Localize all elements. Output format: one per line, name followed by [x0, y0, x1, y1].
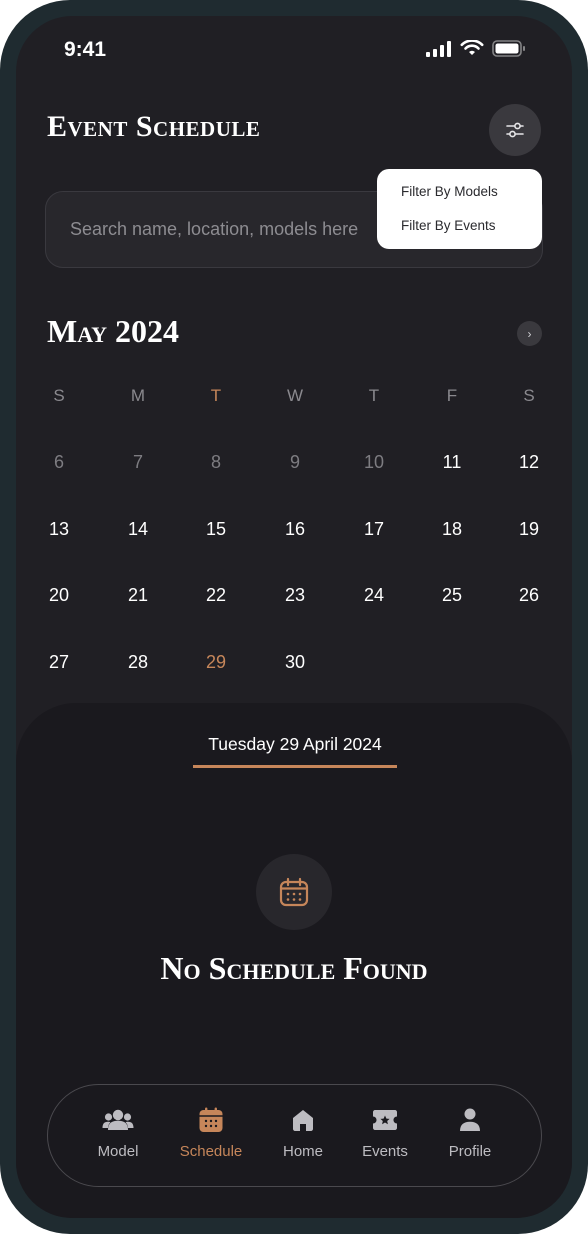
calendar-icon: [199, 1107, 223, 1132]
empty-state-badge: [256, 854, 332, 930]
filter-button[interactable]: [489, 104, 541, 156]
calendar-day[interactable]: 13: [39, 514, 79, 544]
calendar-day[interactable]: 18: [432, 514, 472, 544]
chevron-right-icon: ›: [527, 326, 532, 341]
calendar-day[interactable]: 11: [432, 447, 472, 477]
weekday-label-today: T: [210, 386, 222, 405]
calendar-day[interactable]: 14: [118, 514, 158, 544]
calendar-day[interactable]: 19: [509, 514, 549, 544]
weekday-label: W: [286, 386, 304, 405]
weekday-label: T: [368, 386, 380, 405]
nav-label: Profile: [448, 1143, 492, 1160]
calendar-day[interactable]: 6: [39, 447, 79, 477]
selected-date-label: Tuesday 29 April 2024: [193, 734, 397, 768]
nav-model[interactable]: Model: [73, 1105, 163, 1160]
nav-home[interactable]: Home: [258, 1105, 348, 1160]
status-icons: [426, 40, 526, 57]
month-title: May 2024: [47, 313, 179, 349]
phone-frame: 9:41 Event Schedule Search name, locatio…: [0, 0, 588, 1234]
weekday-label: S: [53, 386, 65, 405]
next-month-button[interactable]: ›: [517, 321, 542, 346]
users-icon: [102, 1109, 134, 1130]
user-icon: [460, 1108, 480, 1131]
calendar-day[interactable]: 10: [354, 447, 394, 477]
wifi-icon: [460, 40, 484, 55]
calendar-week: 13 14 15 16 17 18 19: [16, 514, 572, 544]
page-title: Event Schedule: [47, 110, 261, 143]
calendar-day[interactable]: 22: [196, 580, 236, 610]
filter-dropdown: Filter By Models Filter By Events: [377, 169, 542, 249]
weekday-header-row: S M T W T F S: [16, 381, 572, 411]
search-input[interactable]: [70, 192, 400, 267]
calendar-day[interactable]: 15: [196, 514, 236, 544]
calendar-week: 20 21 22 23 24 25 26: [16, 580, 572, 610]
nav-events[interactable]: Events: [340, 1105, 430, 1160]
calendar-day[interactable]: 23: [275, 580, 315, 610]
calendar-day[interactable]: 7: [118, 447, 158, 477]
ticket-icon: [373, 1110, 397, 1130]
bottom-nav: Model Schedule Home Events Profile: [47, 1084, 542, 1187]
calendar-day[interactable]: 20: [39, 580, 79, 610]
calendar-day-selected[interactable]: 29: [196, 647, 236, 677]
status-time: 9:41: [64, 38, 107, 61]
calendar-day[interactable]: 21: [118, 580, 158, 610]
weekday-label: S: [523, 386, 535, 405]
nav-profile[interactable]: Profile: [425, 1105, 515, 1160]
nav-label: Events: [362, 1143, 408, 1160]
sliders-icon: [506, 122, 524, 138]
weekday-label: F: [446, 386, 458, 405]
home-icon: [293, 1110, 313, 1131]
calendar-day[interactable]: 26: [509, 580, 549, 610]
filter-by-events-option[interactable]: Filter By Events: [401, 217, 542, 251]
calendar-day[interactable]: 24: [354, 580, 394, 610]
calendar-day[interactable]: 17: [354, 514, 394, 544]
calendar-day[interactable]: 27: [39, 647, 79, 677]
calendar-day[interactable]: 28: [118, 647, 158, 677]
calendar-day[interactable]: 30: [275, 647, 315, 677]
weekday-label: M: [130, 386, 146, 405]
calendar-day[interactable]: 12: [509, 447, 549, 477]
nav-schedule[interactable]: Schedule: [166, 1105, 256, 1160]
battery-icon: [492, 40, 525, 57]
empty-state-title: No Schedule Found: [160, 950, 428, 986]
calendar-icon: [279, 877, 309, 907]
calendar-day[interactable]: 16: [275, 514, 315, 544]
calendar-day[interactable]: 9: [275, 447, 315, 477]
nav-label: Schedule: [179, 1143, 243, 1160]
signal-icon: [426, 40, 451, 57]
nav-label: Home: [282, 1143, 323, 1160]
nav-label: Model: [97, 1143, 139, 1160]
app-screen: 9:41 Event Schedule Search name, locatio…: [16, 16, 572, 1218]
calendar-day[interactable]: 8: [196, 447, 236, 477]
filter-by-models-option[interactable]: Filter By Models: [401, 183, 542, 217]
calendar-day[interactable]: 25: [432, 580, 472, 610]
calendar-week: 27 28 29 30: [16, 647, 572, 677]
calendar-week: 6 7 8 9 10 11 12: [16, 447, 572, 477]
